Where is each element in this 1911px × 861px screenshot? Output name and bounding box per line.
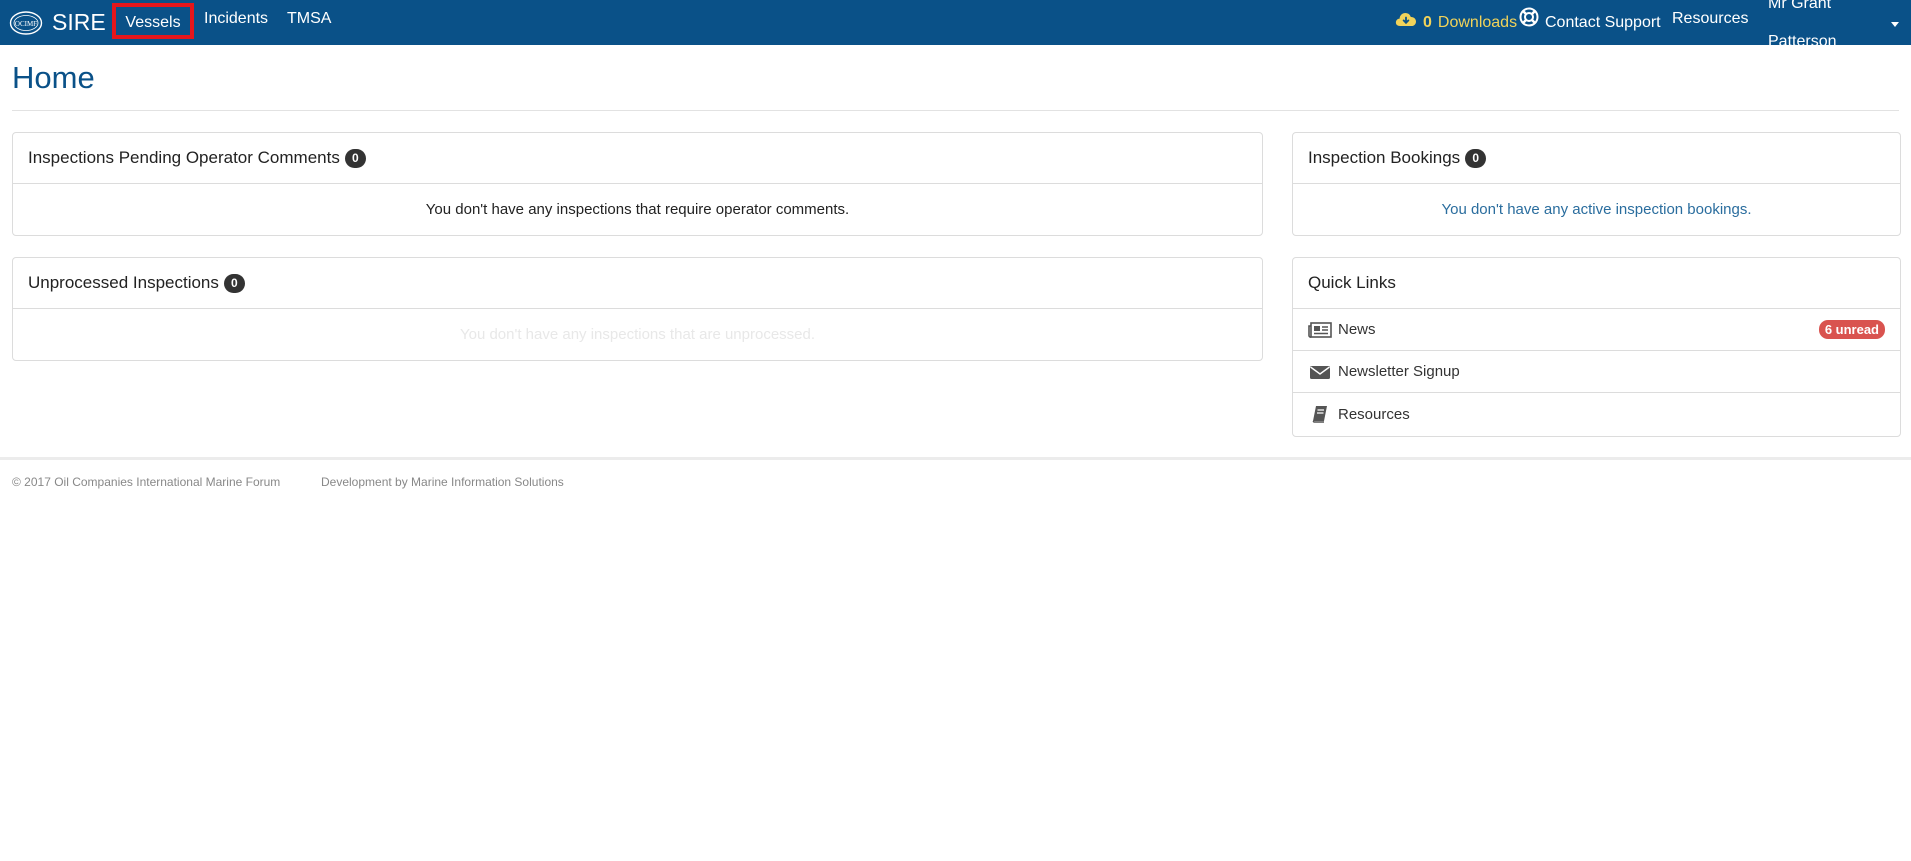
caret-down-icon (1891, 21, 1899, 27)
user-name: Mr Grant Patterson (1768, 0, 1837, 50)
brand-sire[interactable]: SIRE (52, 8, 106, 36)
nav-resources[interactable]: Resources (1660, 0, 1760, 45)
downloads-label: Downloads (1437, 13, 1518, 31)
quick-link-label: Newsletter Signup (1338, 363, 1460, 380)
top-navbar: OCIMF SIRE Vessels Incidents TMSA 0 Down… (0, 0, 1911, 50)
count-badge: 0 (344, 148, 366, 168)
panel-heading: Quick Links (1293, 258, 1900, 309)
quick-link-label: News (1338, 321, 1376, 338)
panel-heading: Inspections Pending Operator Comments 0 (13, 133, 1262, 184)
quick-link-resources[interactable]: Resources (1293, 393, 1900, 435)
nav-incidents[interactable]: Incidents (192, 0, 280, 45)
unread-badge: 6 unread (1818, 320, 1885, 339)
panel-bookings: Inspection Bookings 0 You don't have any… (1292, 132, 1901, 236)
title-divider (12, 110, 1899, 111)
panel-unprocessed: Unprocessed Inspections 0 You don't have… (12, 257, 1263, 361)
nav-tmsa[interactable]: TMSA (275, 0, 343, 45)
panel-heading: Unprocessed Inspections 0 (13, 258, 1262, 309)
count-badge: 0 (223, 273, 245, 293)
panel-title: Quick Links (1308, 273, 1396, 292)
newspaper-icon (1308, 321, 1332, 339)
panel-message: You don't have any active inspection boo… (1441, 201, 1752, 218)
footer-copyright: © 2017 Oil Companies International Marin… (12, 475, 281, 489)
envelope-icon (1308, 363, 1332, 381)
quick-link-newsletter[interactable]: Newsletter Signup (1293, 351, 1900, 393)
cloud-download-icon (1395, 4, 1417, 42)
panel-quick-links: Quick Links News 6 unread Newsletter Sig… (1292, 257, 1901, 437)
panel-title: Inspection Bookings (1308, 148, 1461, 167)
panel-message: You don't have any inspections that requ… (425, 201, 850, 218)
nav-contact-support[interactable]: Contact Support (1507, 0, 1673, 45)
downloads-count: 0 (1423, 13, 1432, 31)
panel-title: Unprocessed Inspections (28, 273, 219, 292)
count-badge: 0 (1465, 148, 1487, 168)
panel-pending-comments: Inspections Pending Operator Comments 0 … (12, 132, 1263, 236)
page-title: Home (12, 60, 95, 95)
nav-user-menu[interactable]: Mr Grant Patterson (1756, 0, 1911, 50)
footer-credit: Development by Marine Information Soluti… (321, 475, 564, 489)
panel-heading: Inspection Bookings 0 (1293, 133, 1900, 184)
panel-message: You don't have any inspections that are … (459, 326, 816, 343)
book-icon (1308, 405, 1332, 423)
svg-text:OCIMF: OCIMF (15, 20, 37, 28)
life-ring-icon (1519, 4, 1539, 42)
panel-title: Inspections Pending Operator Comments (28, 148, 340, 167)
ocimf-logo[interactable]: OCIMF (9, 6, 43, 40)
nav-vessels[interactable]: Vessels (112, 3, 194, 39)
footer-divider (0, 457, 1911, 460)
contact-support-label: Contact Support (1545, 13, 1661, 31)
quick-link-label: Resources (1338, 405, 1410, 423)
quick-link-news[interactable]: News 6 unread (1293, 309, 1900, 351)
